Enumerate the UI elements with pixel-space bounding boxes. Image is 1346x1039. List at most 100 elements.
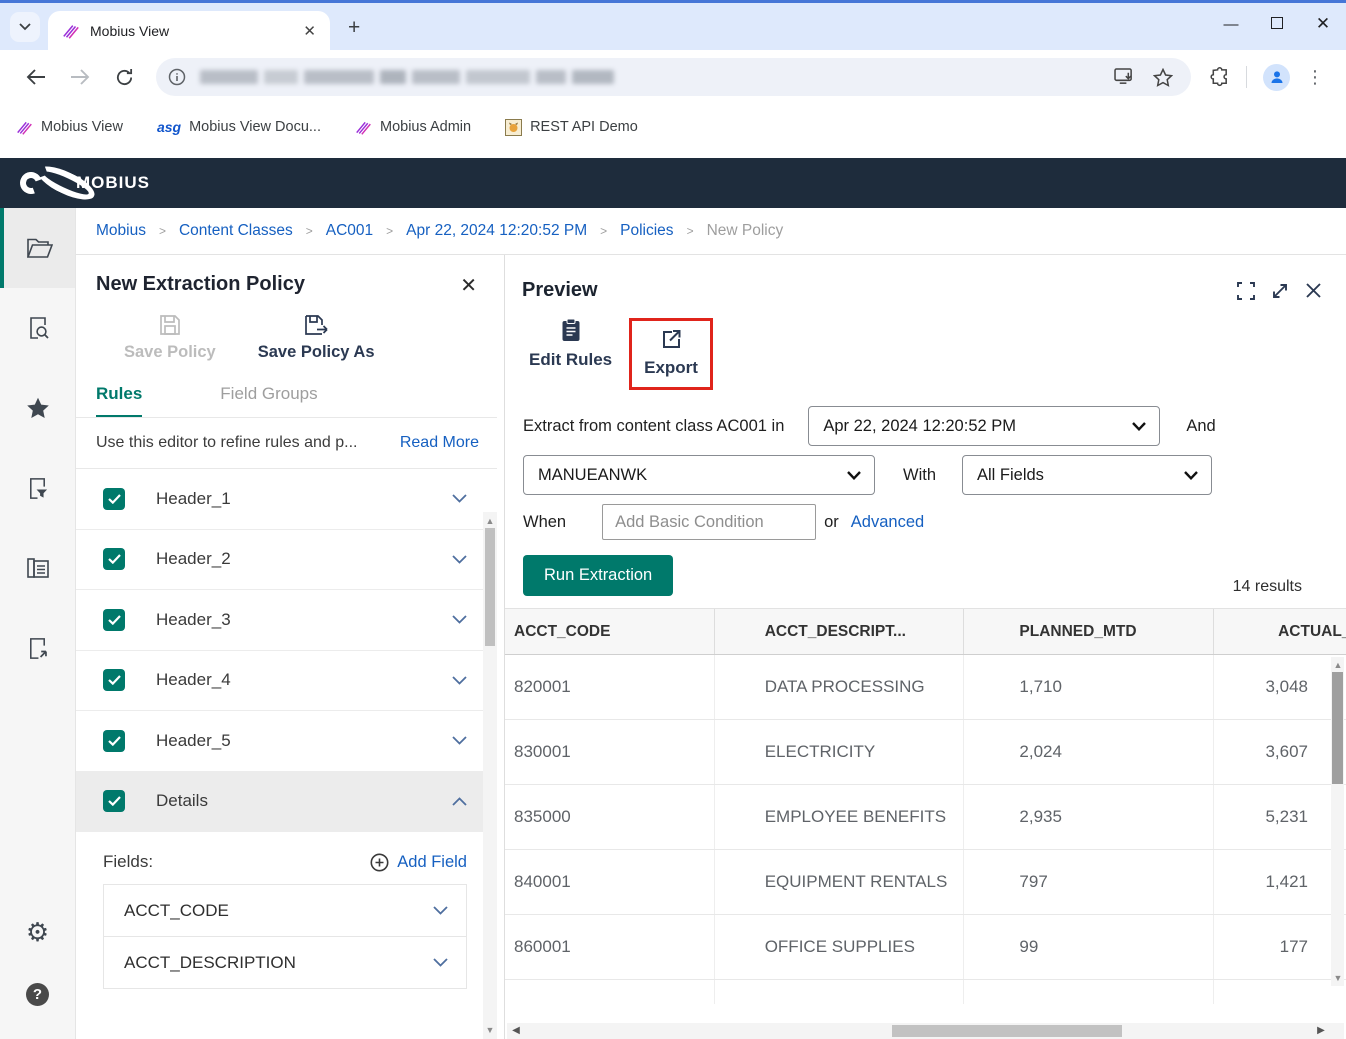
chevron-down-icon[interactable]	[452, 615, 467, 624]
breadcrumb-mobius[interactable]: Mobius	[96, 222, 146, 240]
rail-item-favorites[interactable]	[0, 368, 75, 448]
chevron-down-icon[interactable]	[433, 906, 448, 915]
checkbox-checked[interactable]	[103, 730, 125, 752]
install-app-icon[interactable]	[1114, 68, 1135, 86]
rule-row-header-4[interactable]: Header_4	[76, 651, 497, 712]
table-row[interactable]: 830001 ELECTRICITY 2,024 3,607	[505, 720, 1346, 785]
checkbox-checked[interactable]	[103, 488, 125, 510]
checkbox-checked[interactable]	[103, 790, 125, 812]
run-extraction-button[interactable]: Run Extraction	[523, 555, 673, 596]
advanced-link[interactable]: Advanced	[851, 513, 924, 532]
rail-item-content[interactable]	[0, 208, 75, 288]
export-button[interactable]: Export	[644, 328, 698, 378]
rail-item-export[interactable]	[0, 608, 75, 688]
extensions-icon[interactable]	[1209, 67, 1230, 88]
rule-row-header-1[interactable]: Header_1	[76, 469, 497, 530]
rail-item-reports[interactable]	[0, 528, 75, 608]
table-row[interactable]: 860001 OFFICE SUPPLIES 99 177	[505, 915, 1346, 980]
breadcrumb: Mobius> Content Classes> AC001> Apr 22, …	[76, 208, 1346, 255]
window-close-button[interactable]: ✕	[1300, 14, 1346, 34]
rail-item-search[interactable]	[0, 288, 75, 368]
profile-avatar[interactable]	[1263, 64, 1290, 91]
read-more-link[interactable]: Read More	[400, 434, 479, 452]
scroll-up-arrow[interactable]: ▲	[483, 514, 497, 528]
breadcrumb-content-classes[interactable]: Content Classes	[179, 222, 293, 240]
new-tab-button[interactable]: +	[348, 16, 360, 40]
snapshot-select[interactable]: Apr 22, 2024 12:20:52 PM	[808, 406, 1160, 446]
chevron-down-icon[interactable]	[452, 736, 467, 745]
save-policy-button[interactable]: Save Policy	[124, 314, 216, 362]
checkbox-checked[interactable]	[103, 548, 125, 570]
forward-button[interactable]	[68, 65, 92, 89]
scroll-down-arrow[interactable]: ▼	[483, 1023, 497, 1037]
table-vertical-scrollbar[interactable]: ▲ ▼	[1331, 657, 1344, 986]
policy-panel-scrollbar[interactable]: ▲ ▼	[483, 512, 497, 1039]
tab-close-icon[interactable]: ✕	[299, 22, 320, 40]
field-row-acct-code[interactable]: ACCT_CODE	[104, 885, 466, 937]
chevron-down-icon[interactable]	[452, 494, 467, 503]
breadcrumb-ac001[interactable]: AC001	[326, 222, 373, 240]
chevron-up-icon[interactable]	[452, 797, 467, 806]
scroll-down-arrow[interactable]: ▼	[1331, 971, 1345, 985]
back-button[interactable]	[24, 65, 48, 89]
column-header[interactable]: PLANNED_MTD	[964, 609, 1214, 654]
bookmarks-bar: Mobius View asg Mobius View Docu... Mobi…	[0, 104, 1346, 150]
table-row[interactable]: 820001 DATA PROCESSING 1,710 3,048	[505, 655, 1346, 720]
bookmark-mobius-docs[interactable]: asg Mobius View Docu...	[157, 119, 321, 135]
bookmark-star-icon[interactable]	[1153, 68, 1173, 87]
window-minimize-button[interactable]: —	[1208, 16, 1254, 33]
checkbox-checked[interactable]	[103, 609, 125, 631]
bookmark-mobius-admin[interactable]: Mobius Admin	[355, 119, 471, 136]
edit-rules-button[interactable]: Edit Rules	[529, 318, 612, 370]
chevron-down-icon[interactable]	[452, 555, 467, 564]
fields-filter-select[interactable]: All Fields	[962, 455, 1212, 495]
breadcrumb-policies[interactable]: Policies	[620, 222, 673, 240]
field-row-acct-description[interactable]: ACCT_DESCRIPTION	[104, 937, 466, 989]
rail-item-policies[interactable]	[0, 448, 75, 528]
scrollbar-thumb[interactable]	[1332, 672, 1343, 784]
chevron-down-icon[interactable]	[452, 676, 467, 685]
expand-icon[interactable]	[1271, 282, 1289, 300]
close-icon[interactable]	[1305, 282, 1322, 299]
scroll-left-arrow[interactable]: ◀	[509, 1024, 523, 1038]
rule-row-details[interactable]: Details	[76, 772, 497, 833]
fullscreen-icon[interactable]	[1237, 282, 1255, 300]
breadcrumb-snapshot[interactable]: Apr 22, 2024 12:20:52 PM	[406, 222, 587, 240]
rule-row-header-3[interactable]: Header_3	[76, 590, 497, 651]
bookmark-rest-api-demo[interactable]: REST API Demo	[505, 119, 638, 136]
rule-row-header-2[interactable]: Header_2	[76, 530, 497, 591]
add-field-button[interactable]: Add Field	[370, 853, 467, 872]
scrollbar-thumb[interactable]	[485, 528, 495, 646]
rule-row-header-5[interactable]: Header_5	[76, 711, 497, 772]
rail-item-settings[interactable]: ⚙	[0, 901, 75, 963]
window-maximize-button[interactable]	[1254, 16, 1300, 33]
policy-panel-close-icon[interactable]: ✕	[458, 273, 479, 298]
results-count: 14 results	[1233, 578, 1302, 596]
basic-condition-input[interactable]	[602, 504, 816, 540]
table-horizontal-scrollbar[interactable]: ◀ ▶	[507, 1023, 1344, 1039]
bookmark-mobius-view[interactable]: Mobius View	[16, 119, 123, 136]
tab-rules[interactable]: Rules	[96, 384, 142, 417]
page-info-icon[interactable]	[168, 68, 186, 86]
chevron-down-icon[interactable]	[433, 958, 448, 967]
rail-item-help[interactable]: ?	[0, 963, 75, 1025]
reload-button[interactable]	[112, 65, 136, 89]
browser-menu-icon[interactable]: ⋮	[1306, 67, 1324, 88]
table-row[interactable]: 835000 EMPLOYEE BENEFITS 2,935 5,231	[505, 785, 1346, 850]
new-extraction-policy-panel: New Extraction Policy ✕ Save Policy Save…	[76, 255, 497, 1039]
report-select[interactable]: MANUEANWK	[523, 455, 875, 495]
column-header[interactable]: ACTUAL_MTD	[1214, 609, 1346, 654]
scrollbar-thumb[interactable]	[892, 1025, 1122, 1037]
browser-tab[interactable]: Mobius View ✕	[48, 11, 330, 50]
checkbox-checked[interactable]	[103, 669, 125, 691]
table-header-row: ACCT_CODE ACCT_DESCRIPT... PLANNED_MTD A…	[505, 608, 1346, 655]
save-policy-as-button[interactable]: Save Policy As	[258, 314, 375, 362]
tab-field-groups[interactable]: Field Groups	[220, 384, 317, 417]
scroll-right-arrow[interactable]: ▶	[1314, 1024, 1328, 1038]
column-header[interactable]: ACCT_CODE	[505, 609, 715, 654]
column-header[interactable]: ACCT_DESCRIPT...	[715, 609, 965, 654]
table-row[interactable]: 840001 EQUIPMENT RENTALS 797 1,421	[505, 850, 1346, 915]
tab-search-button[interactable]	[10, 12, 40, 42]
scroll-up-arrow[interactable]: ▲	[1331, 658, 1345, 672]
address-bar[interactable]	[156, 58, 1191, 96]
